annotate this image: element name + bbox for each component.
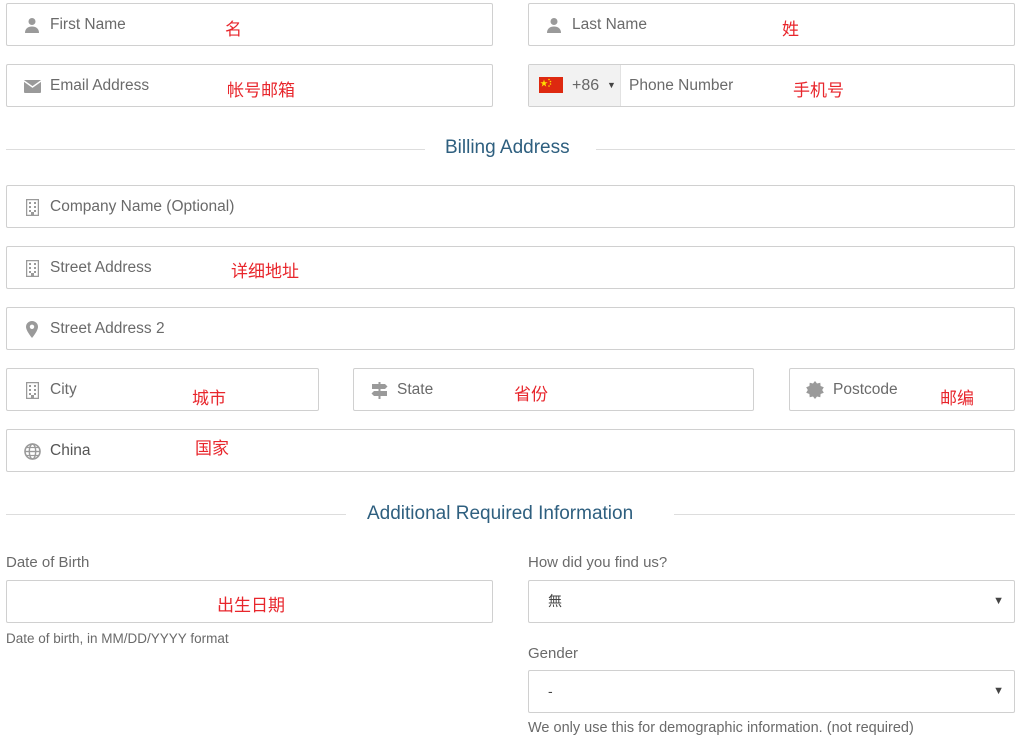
billing-address-title: Billing Address	[445, 137, 570, 158]
chevron-down-icon: ▼	[607, 80, 616, 90]
street-address-placeholder: Street Address	[50, 259, 152, 276]
email-placeholder: Email Address	[50, 77, 150, 94]
signpost-icon	[370, 381, 388, 399]
building-icon	[23, 259, 41, 277]
country-value: China	[50, 442, 91, 459]
chevron-down-icon: ▼	[993, 595, 1004, 607]
state-annotation: 省份	[514, 385, 548, 405]
dob-label: Date of Birth	[6, 554, 90, 571]
find-us-label: How did you find us?	[528, 554, 668, 571]
postcode-annotation: 邮编	[940, 389, 974, 409]
user-icon	[23, 16, 41, 34]
last-name-input[interactable]: Last Name	[528, 3, 1015, 46]
postcode-placeholder: Postcode	[833, 381, 898, 398]
user-icon	[545, 16, 563, 34]
street-address-2-placeholder: Street Address 2	[50, 320, 165, 337]
china-flag-icon	[539, 77, 563, 93]
building-icon	[23, 381, 41, 399]
state-input[interactable]: State	[353, 368, 754, 411]
phone-annotation: 手机号	[793, 81, 844, 101]
first-name-placeholder: First Name	[50, 16, 126, 33]
find-us-selected: 無	[548, 593, 562, 609]
company-name-input[interactable]: Company Name (Optional)	[6, 185, 1015, 228]
state-placeholder: State	[397, 381, 434, 398]
street-address-input[interactable]: Street Address	[6, 246, 1015, 289]
company-name-placeholder: Company Name (Optional)	[50, 198, 235, 215]
first-name-input[interactable]: First Name	[6, 3, 493, 46]
additional-divider-left	[6, 514, 346, 515]
gender-select[interactable]: - ▼	[528, 670, 1015, 713]
postcode-input[interactable]: Postcode	[789, 368, 1015, 411]
gender-selected: -	[548, 683, 553, 699]
billing-divider-left	[6, 149, 425, 150]
additional-info-title: Additional Required Information	[367, 503, 634, 524]
find-us-select[interactable]: 無 ▼	[528, 580, 1015, 623]
first-name-annotation: 名	[225, 20, 242, 40]
city-input[interactable]: City	[6, 368, 319, 411]
phone-placeholder: Phone Number	[629, 77, 734, 94]
street-address-2-input[interactable]: Street Address 2	[6, 307, 1015, 350]
additional-divider-right	[674, 514, 1015, 515]
dob-help-text: Date of birth, in MM/DD/YYYY format	[6, 631, 229, 646]
envelope-icon	[23, 77, 41, 95]
country-annotation: 国家	[195, 439, 229, 459]
last-name-annotation: 姓	[782, 20, 799, 40]
billing-divider-right	[596, 149, 1015, 150]
building-icon	[23, 198, 41, 216]
gender-help-text: We only use this for demographic informa…	[528, 720, 914, 736]
email-annotation: 帐号邮箱	[227, 81, 295, 101]
chevron-down-icon: ▼	[993, 685, 1004, 697]
map-marker-icon	[23, 320, 41, 338]
gender-label: Gender	[528, 645, 579, 662]
street-address-annotation: 详细地址	[231, 262, 299, 282]
country-select[interactable]: China	[6, 429, 1015, 472]
country-code-selector[interactable]: +86 ▼	[529, 65, 621, 106]
certificate-icon	[806, 381, 824, 399]
last-name-placeholder: Last Name	[572, 16, 647, 33]
phone-input[interactable]: +86 ▼ Phone Number	[528, 64, 1015, 107]
city-annotation: 城市	[192, 389, 226, 409]
globe-icon	[23, 442, 41, 460]
dob-annotation: 出生日期	[217, 596, 285, 616]
country-code: +86	[572, 77, 600, 94]
city-placeholder: City	[50, 381, 77, 398]
